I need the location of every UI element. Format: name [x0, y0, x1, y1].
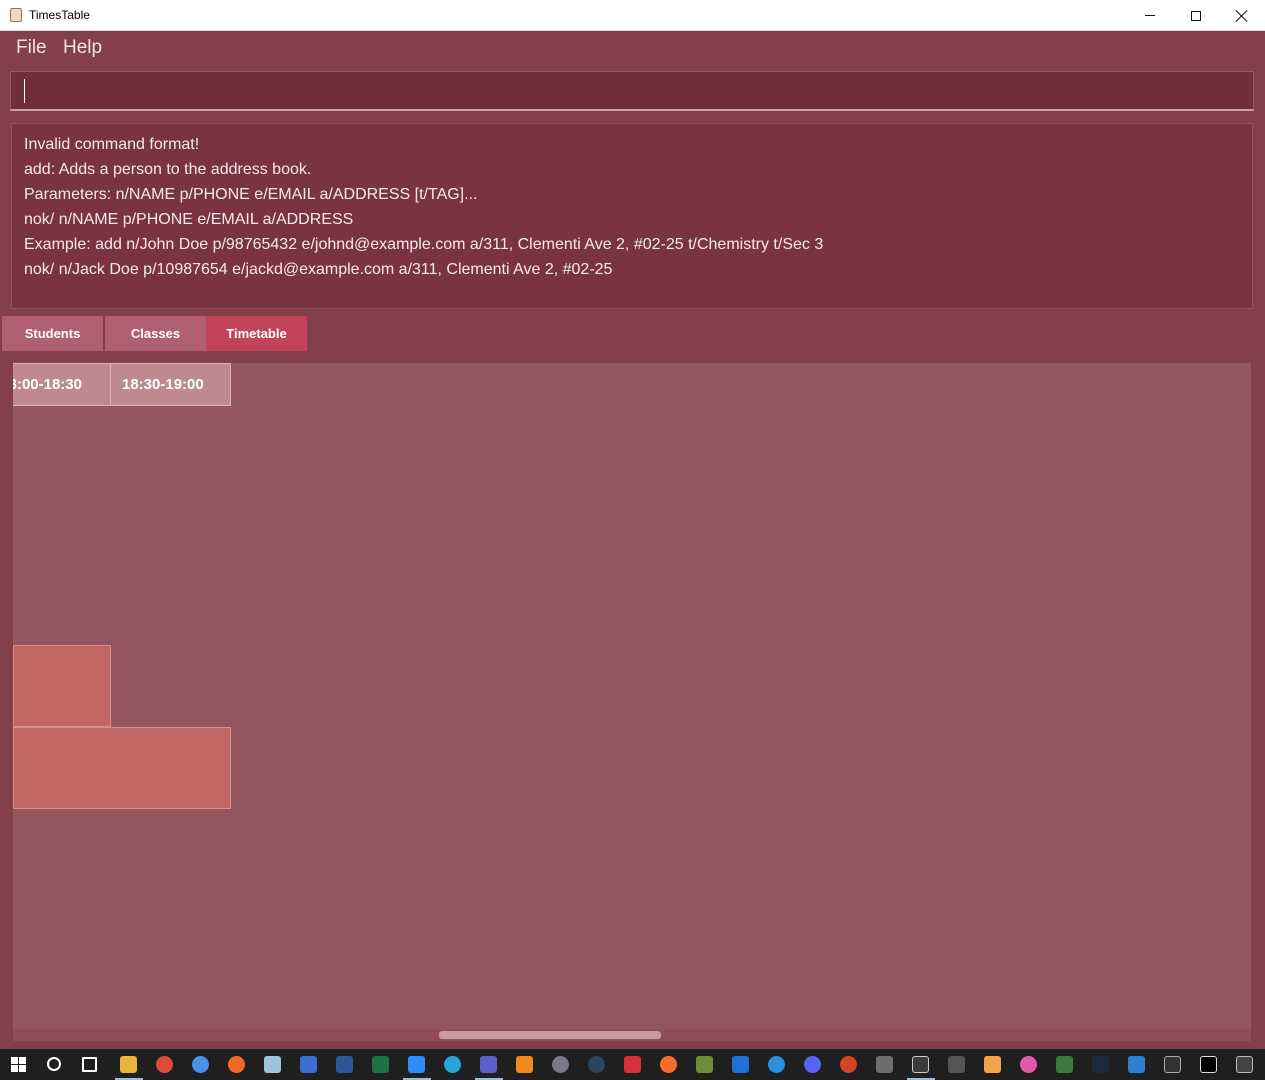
vlc-icon[interactable] — [516, 1056, 533, 1073]
uplay-icon[interactable] — [768, 1056, 785, 1073]
tab-students[interactable]: Students — [2, 316, 103, 351]
command-input[interactable] — [11, 72, 1253, 109]
timetable-grid[interactable]: 3:00-18:30 18:30-19:00 — [13, 363, 1251, 1029]
photos-icon[interactable] — [1128, 1056, 1145, 1073]
azure-icon[interactable] — [300, 1056, 317, 1073]
tab-bar: Students Classes Timetable — [0, 316, 1265, 352]
close-icon — [1236, 10, 1248, 22]
result-line: nok/ n/Jack Doe p/10987654 e/jackd@examp… — [24, 261, 613, 278]
search-icon[interactable] — [47, 1057, 61, 1071]
result-line: nok/ n/NAME p/PHONE e/EMAIL a/ADDRESS — [24, 211, 354, 228]
telegram-icon[interactable] — [444, 1056, 461, 1073]
command-box — [10, 71, 1254, 111]
windows-taskbar — [0, 1049, 1265, 1080]
class-slot[interactable] — [13, 727, 231, 809]
steam-icon[interactable] — [588, 1056, 605, 1073]
result-line: Parameters: n/NAME p/PHONE e/EMAIL a/ADD… — [24, 186, 478, 203]
intellij-icon[interactable] — [1200, 1056, 1217, 1073]
maximize-button[interactable] — [1173, 0, 1219, 31]
result-line: add: Adds a person to the address book. — [24, 161, 312, 178]
chrome-icon[interactable] — [156, 1056, 173, 1073]
console-icon[interactable] — [1236, 1056, 1253, 1073]
tab-timetable[interactable]: Timetable — [206, 316, 307, 351]
flashcard-icon[interactable] — [624, 1056, 641, 1073]
discord-icon[interactable] — [804, 1056, 821, 1073]
maximize-icon — [1191, 10, 1201, 21]
result-line: Invalid command format! — [24, 136, 200, 153]
minimize-icon — [1145, 15, 1155, 16]
keyboard-icon[interactable] — [948, 1056, 965, 1073]
teams-icon[interactable] — [480, 1056, 497, 1073]
minimize-button[interactable] — [1127, 0, 1173, 31]
menu-help[interactable]: Help — [63, 37, 102, 59]
itunes-icon[interactable] — [1020, 1056, 1037, 1073]
excel-icon[interactable] — [372, 1056, 389, 1073]
battlenet-icon[interactable] — [732, 1056, 749, 1073]
title-bar: TimesTable — [0, 0, 1265, 31]
class-slot[interactable] — [13, 645, 111, 727]
result-display: Invalid command format! add: Adds a pers… — [11, 123, 1253, 309]
epic-games-icon[interactable] — [1164, 1056, 1181, 1073]
game-icon[interactable] — [1056, 1056, 1073, 1073]
terminal-icon[interactable] — [912, 1056, 929, 1073]
app-icon — [10, 8, 22, 22]
app-window: File Help Invalid command format! add: A… — [0, 31, 1265, 1049]
horizontal-scrollbar[interactable] — [13, 1029, 1251, 1041]
github-icon[interactable] — [876, 1056, 893, 1073]
task-view-icon[interactable] — [82, 1057, 97, 1072]
timetable-header-cell: 3:00-18:30 — [13, 363, 111, 406]
scrollbar-thumb[interactable] — [439, 1031, 661, 1039]
firefox-icon[interactable] — [228, 1056, 245, 1073]
live-icon[interactable] — [984, 1056, 1001, 1073]
file-explorer-icon[interactable] — [120, 1056, 137, 1073]
menu-bar: File Help — [0, 31, 1265, 66]
windows-start-icon[interactable] — [11, 1057, 26, 1072]
dark-app-icon[interactable] — [1092, 1056, 1109, 1073]
powerpoint-icon[interactable] — [840, 1056, 857, 1073]
obs-icon[interactable] — [552, 1056, 569, 1073]
minecraft-icon[interactable] — [696, 1056, 713, 1073]
notepad-icon[interactable] — [264, 1056, 281, 1073]
zoom-icon[interactable] — [408, 1056, 425, 1073]
timetable-header-cell: 18:30-19:00 — [110, 363, 231, 406]
result-line: Example: add n/John Doe p/98765432 e/joh… — [24, 236, 824, 253]
chrome-alt-icon[interactable] — [192, 1056, 209, 1073]
text-caret — [24, 79, 25, 103]
word-icon[interactable] — [336, 1056, 353, 1073]
tab-classes[interactable]: Classes — [105, 316, 206, 351]
close-button[interactable] — [1219, 0, 1265, 31]
origin-icon[interactable] — [660, 1056, 677, 1073]
menu-file[interactable]: File — [16, 37, 47, 59]
window-title: TimesTable — [29, 8, 90, 22]
